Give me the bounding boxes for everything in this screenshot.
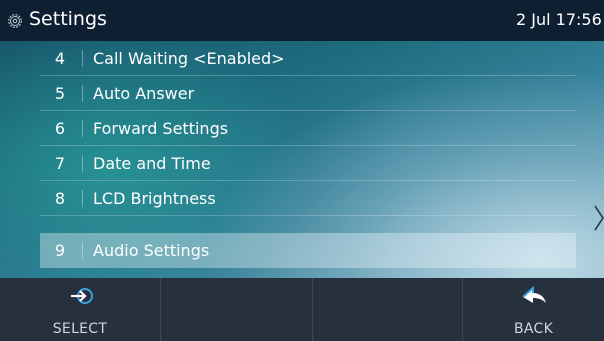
gear-icon: [8, 14, 22, 28]
menu-item-separator: [82, 242, 83, 259]
menu-item-label: Audio Settings: [93, 241, 210, 260]
menu-item-number: 9: [54, 241, 66, 260]
menu-item-call-waiting[interactable]: 4 Call Waiting <Enabled>: [40, 41, 576, 76]
menu-item-auto-answer[interactable]: 5 Auto Answer: [40, 76, 576, 111]
menu-item-label: Auto Answer: [93, 84, 195, 103]
menu-item-forward-settings[interactable]: 6 Forward Settings: [40, 111, 576, 146]
menu-item-label: Forward Settings: [93, 119, 229, 138]
select-softkey-label: SELECT: [52, 321, 108, 337]
select-softkey[interactable]: SELECT: [0, 278, 161, 341]
header-bar: Settings 2 Jul 17:56: [0, 0, 604, 41]
settings-menu: 4 Call Waiting <Enabled> 5 Auto Answer 6…: [0, 41, 604, 278]
menu-item-number: 8: [54, 189, 66, 208]
softkey-bar: SELECT BACK: [0, 278, 604, 341]
menu-item-separator: [82, 190, 83, 207]
chevron-right-icon[interactable]: [593, 204, 604, 232]
menu-item-separator: [82, 120, 83, 137]
menu-item-lcd-brightness[interactable]: 8 LCD Brightness: [40, 181, 576, 216]
empty-softkey[interactable]: [161, 278, 313, 341]
menu-item-date-and-time[interactable]: 7 Date and Time: [40, 146, 576, 181]
menu-item-separator: [82, 155, 83, 172]
menu-item-number: 6: [54, 119, 66, 138]
back-arrow-icon: [522, 285, 546, 303]
date-time-display: 2 Jul 17:56: [516, 10, 602, 29]
menu-item-label: Date and Time: [93, 154, 211, 173]
phone-screen: Settings 2 Jul 17:56 4 Call Waiting <Ena…: [0, 0, 604, 341]
select-arrow-icon: [71, 288, 93, 304]
back-softkey-label: BACK: [513, 321, 554, 337]
menu-item-number: 4: [54, 49, 66, 68]
empty-softkey[interactable]: [313, 278, 463, 341]
menu-item-label: Call Waiting <Enabled>: [93, 49, 285, 68]
menu-item-separator: [82, 85, 83, 102]
back-softkey[interactable]: BACK: [463, 278, 604, 341]
menu-item-number: 7: [54, 154, 66, 173]
menu-item-number: 5: [54, 84, 66, 103]
menu-item-label: LCD Brightness: [93, 189, 216, 208]
page-title: Settings: [29, 8, 107, 30]
menu-item-separator: [82, 50, 83, 67]
menu-item-audio-settings[interactable]: 9 Audio Settings: [40, 233, 576, 268]
